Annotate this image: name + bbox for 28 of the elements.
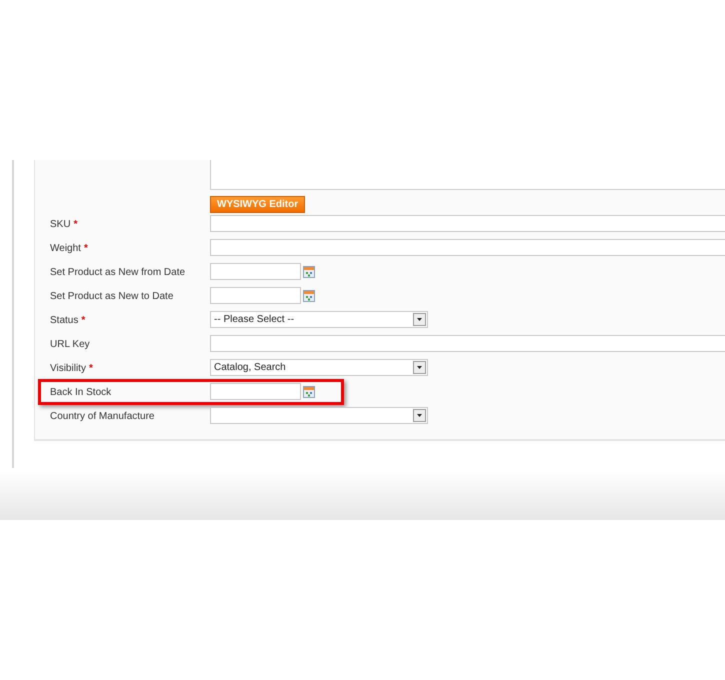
required-mark: *	[88, 362, 93, 374]
description-textarea[interactable]	[210, 160, 725, 190]
select-field[interactable]	[210, 407, 428, 424]
date-field[interactable]	[210, 263, 301, 280]
input-field[interactable]	[210, 239, 725, 256]
required-mark: *	[74, 218, 78, 230]
select-field[interactable]: -- Please Select --	[210, 311, 428, 328]
calendar-icon[interactable]	[303, 386, 315, 398]
select-value: Catalog, Search	[214, 362, 287, 373]
field-label: URL Key	[50, 338, 90, 350]
field-label: Weight	[50, 242, 81, 254]
field-label: Country of Manufacture	[50, 410, 154, 422]
required-mark: *	[84, 242, 88, 254]
field-label: Back In Stock	[50, 386, 112, 398]
select-value: -- Please Select --	[214, 314, 296, 325]
field-label: Set Product as New from Date	[50, 266, 186, 278]
date-field[interactable]	[210, 287, 301, 304]
field-label: Visibility	[50, 362, 86, 374]
input-field[interactable]	[210, 215, 725, 232]
date-field[interactable]	[210, 383, 301, 400]
calendar-icon[interactable]	[303, 290, 315, 302]
required-mark: *	[81, 314, 86, 326]
input-field[interactable]	[210, 335, 725, 352]
field-label: SKU	[50, 218, 71, 230]
select-field[interactable]: Catalog, Search	[210, 359, 428, 376]
field-label: Status	[50, 314, 78, 326]
calendar-icon[interactable]	[303, 266, 315, 278]
field-label: Set Product as New to Date	[50, 290, 174, 302]
